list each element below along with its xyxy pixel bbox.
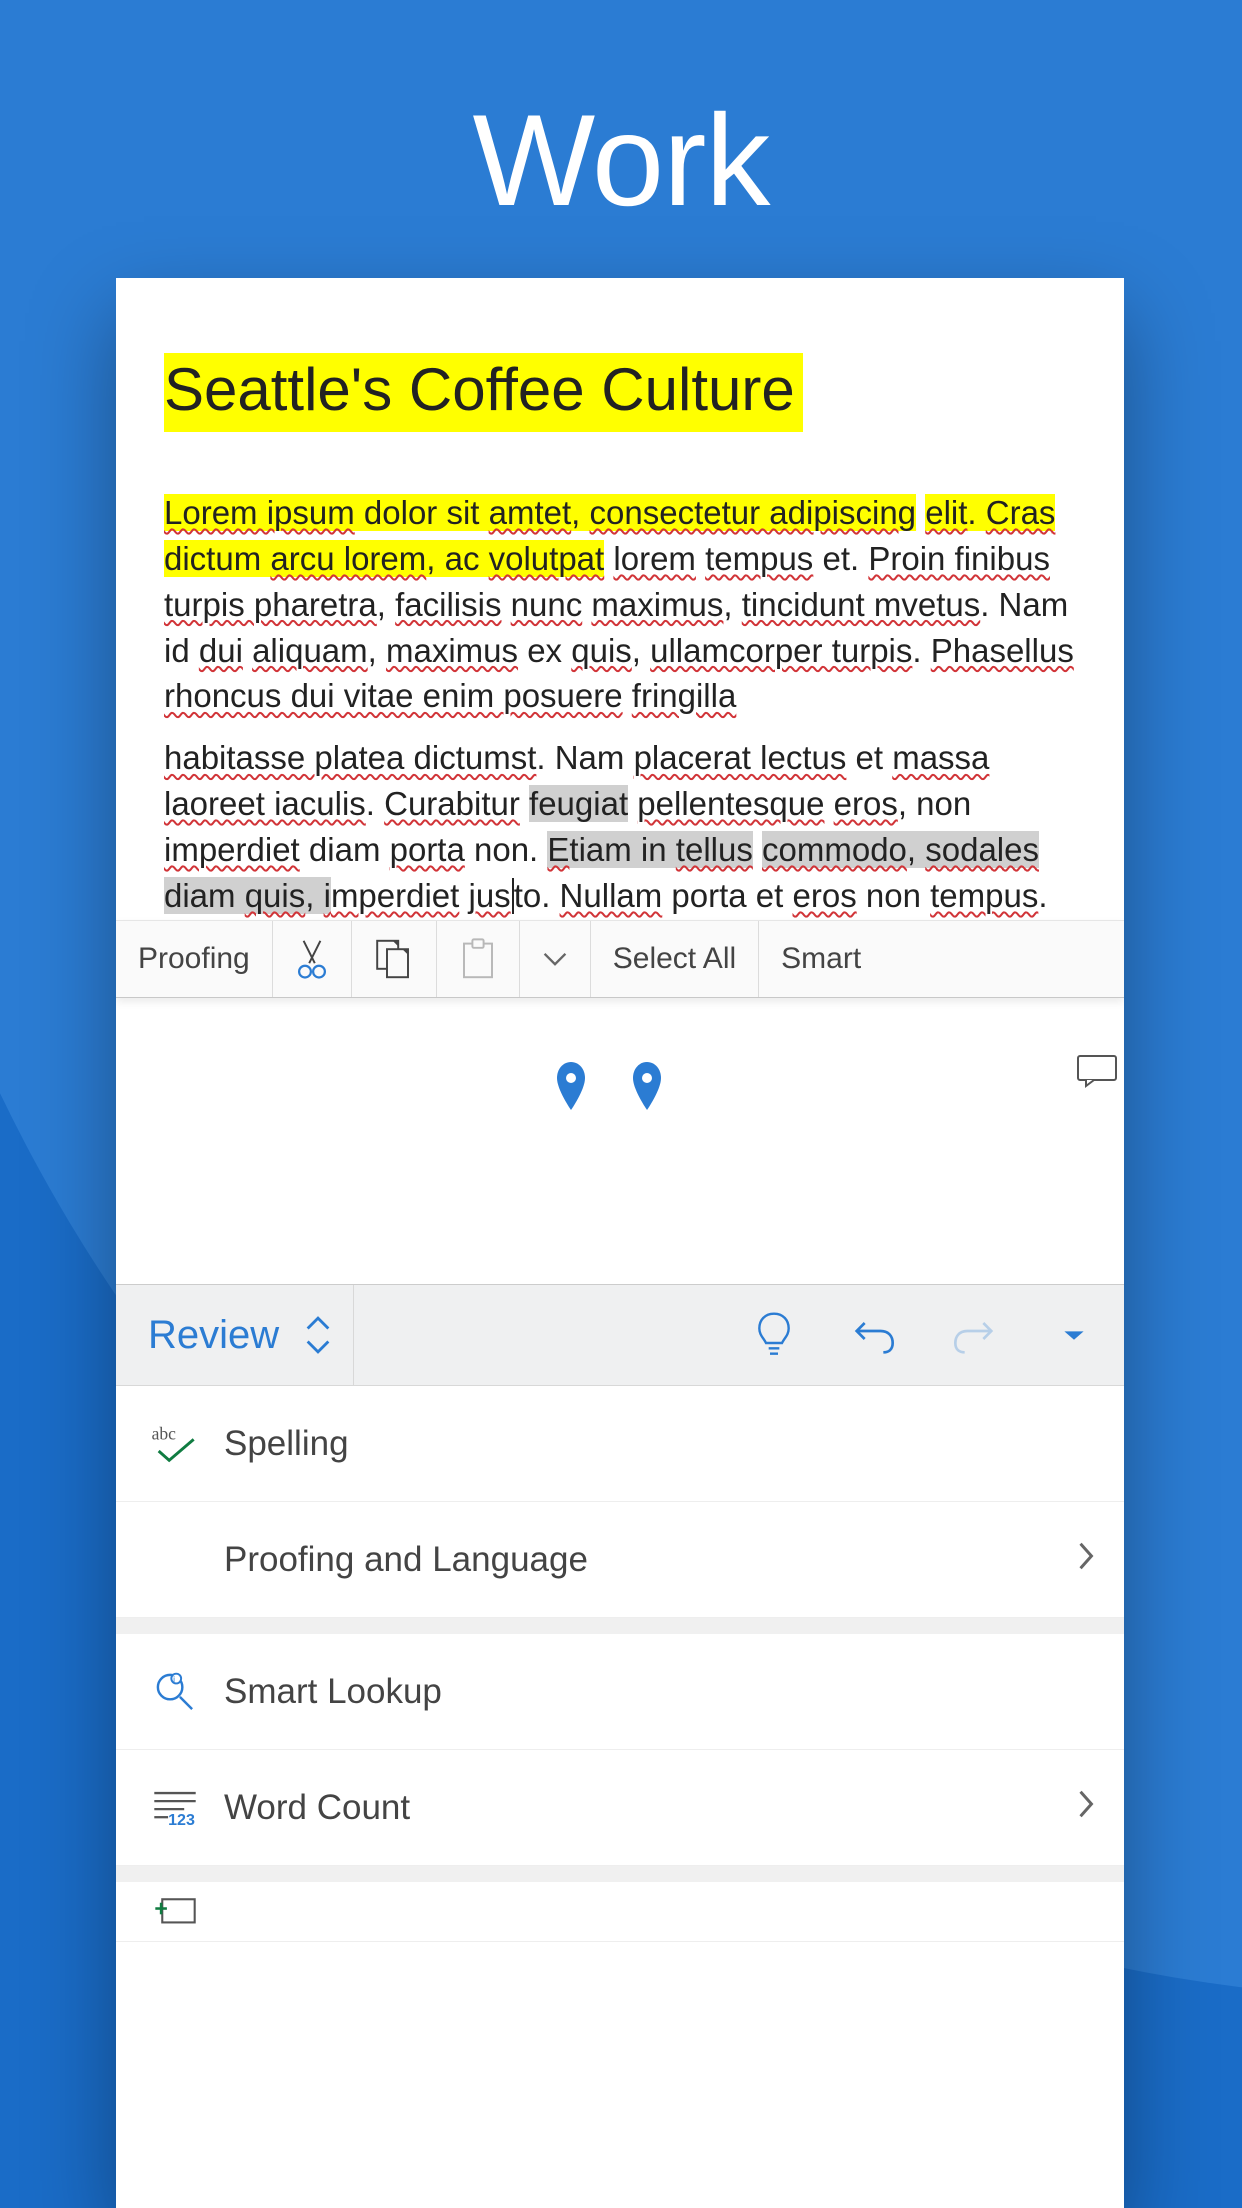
paste-icon	[459, 938, 497, 980]
menu-item-spelling[interactable]: abc Spelling	[116, 1386, 1124, 1502]
cut-button[interactable]	[273, 921, 352, 997]
menu-item-label: Spelling	[224, 1424, 349, 1464]
new-comment-icon	[144, 1894, 206, 1930]
svg-text:abc: abc	[152, 1423, 177, 1443]
menu-separator	[116, 1866, 1124, 1882]
ribbon-header: Review	[116, 1284, 1124, 1386]
ribbon-more-button[interactable]	[1024, 1285, 1124, 1385]
more-context-button[interactable]	[520, 921, 591, 997]
copy-icon	[374, 938, 414, 980]
proofing-button[interactable]: Proofing	[116, 921, 273, 997]
selection-handle-start[interactable]	[554, 1060, 588, 1114]
svg-text:i: i	[173, 1674, 175, 1684]
copy-button[interactable]	[352, 921, 437, 997]
menu-item-word-count[interactable]: 123 Word Count	[116, 1750, 1124, 1866]
menu-item-label: Smart Lookup	[224, 1672, 442, 1712]
chevron-right-icon	[1076, 1540, 1096, 1580]
menu-separator	[116, 1618, 1124, 1634]
undo-button[interactable]	[824, 1285, 924, 1385]
paste-button[interactable]	[437, 921, 520, 997]
select-all-button[interactable]: Select All	[591, 921, 759, 997]
smart-lookup-icon: i	[144, 1670, 206, 1714]
menu-item-label: Word Count	[224, 1788, 410, 1828]
word-count-icon: 123	[144, 1788, 206, 1828]
device-frame: Seattle's Coffee Culture Lorem ipsum dol…	[116, 278, 1124, 2208]
chevron-down-icon	[542, 951, 568, 967]
review-menu: abc Spelling Proofing and Language i	[116, 1386, 1124, 1942]
comment-icon[interactable]	[1076, 1054, 1118, 1088]
redo-button[interactable]	[924, 1285, 1024, 1385]
document-title[interactable]: Seattle's Coffee Culture	[164, 353, 803, 432]
lightbulb-icon	[755, 1311, 793, 1359]
tab-switcher-icon	[301, 1313, 335, 1357]
undo-icon	[851, 1315, 897, 1355]
dropdown-icon	[1062, 1327, 1086, 1343]
tell-me-button[interactable]	[724, 1285, 824, 1385]
menu-item-label: Proofing and Language	[224, 1540, 588, 1580]
svg-text:123: 123	[168, 1811, 195, 1828]
menu-item-partial[interactable]	[116, 1882, 1124, 1942]
menu-item-proofing-language[interactable]: Proofing and Language	[116, 1502, 1124, 1618]
chevron-right-icon	[1076, 1788, 1096, 1828]
smart-button[interactable]: Smart	[759, 921, 883, 997]
menu-item-smart-lookup[interactable]: i Smart Lookup	[116, 1634, 1124, 1750]
hero-title: Work	[0, 85, 1242, 235]
spelling-icon: abc	[144, 1423, 206, 1465]
selection-context-toolbar: Proofing S	[116, 920, 1124, 998]
active-tab-label: Review	[148, 1313, 279, 1358]
ribbon-tab-switcher[interactable]: Review	[116, 1285, 354, 1385]
cut-icon	[295, 938, 329, 980]
selection-handle-end[interactable]	[630, 1060, 664, 1114]
document-page[interactable]: Seattle's Coffee Culture Lorem ipsum dol…	[116, 278, 1124, 919]
redo-icon	[951, 1315, 997, 1355]
document-body[interactable]: Lorem ipsum dolor sit amtet, consectetur…	[164, 490, 1076, 919]
